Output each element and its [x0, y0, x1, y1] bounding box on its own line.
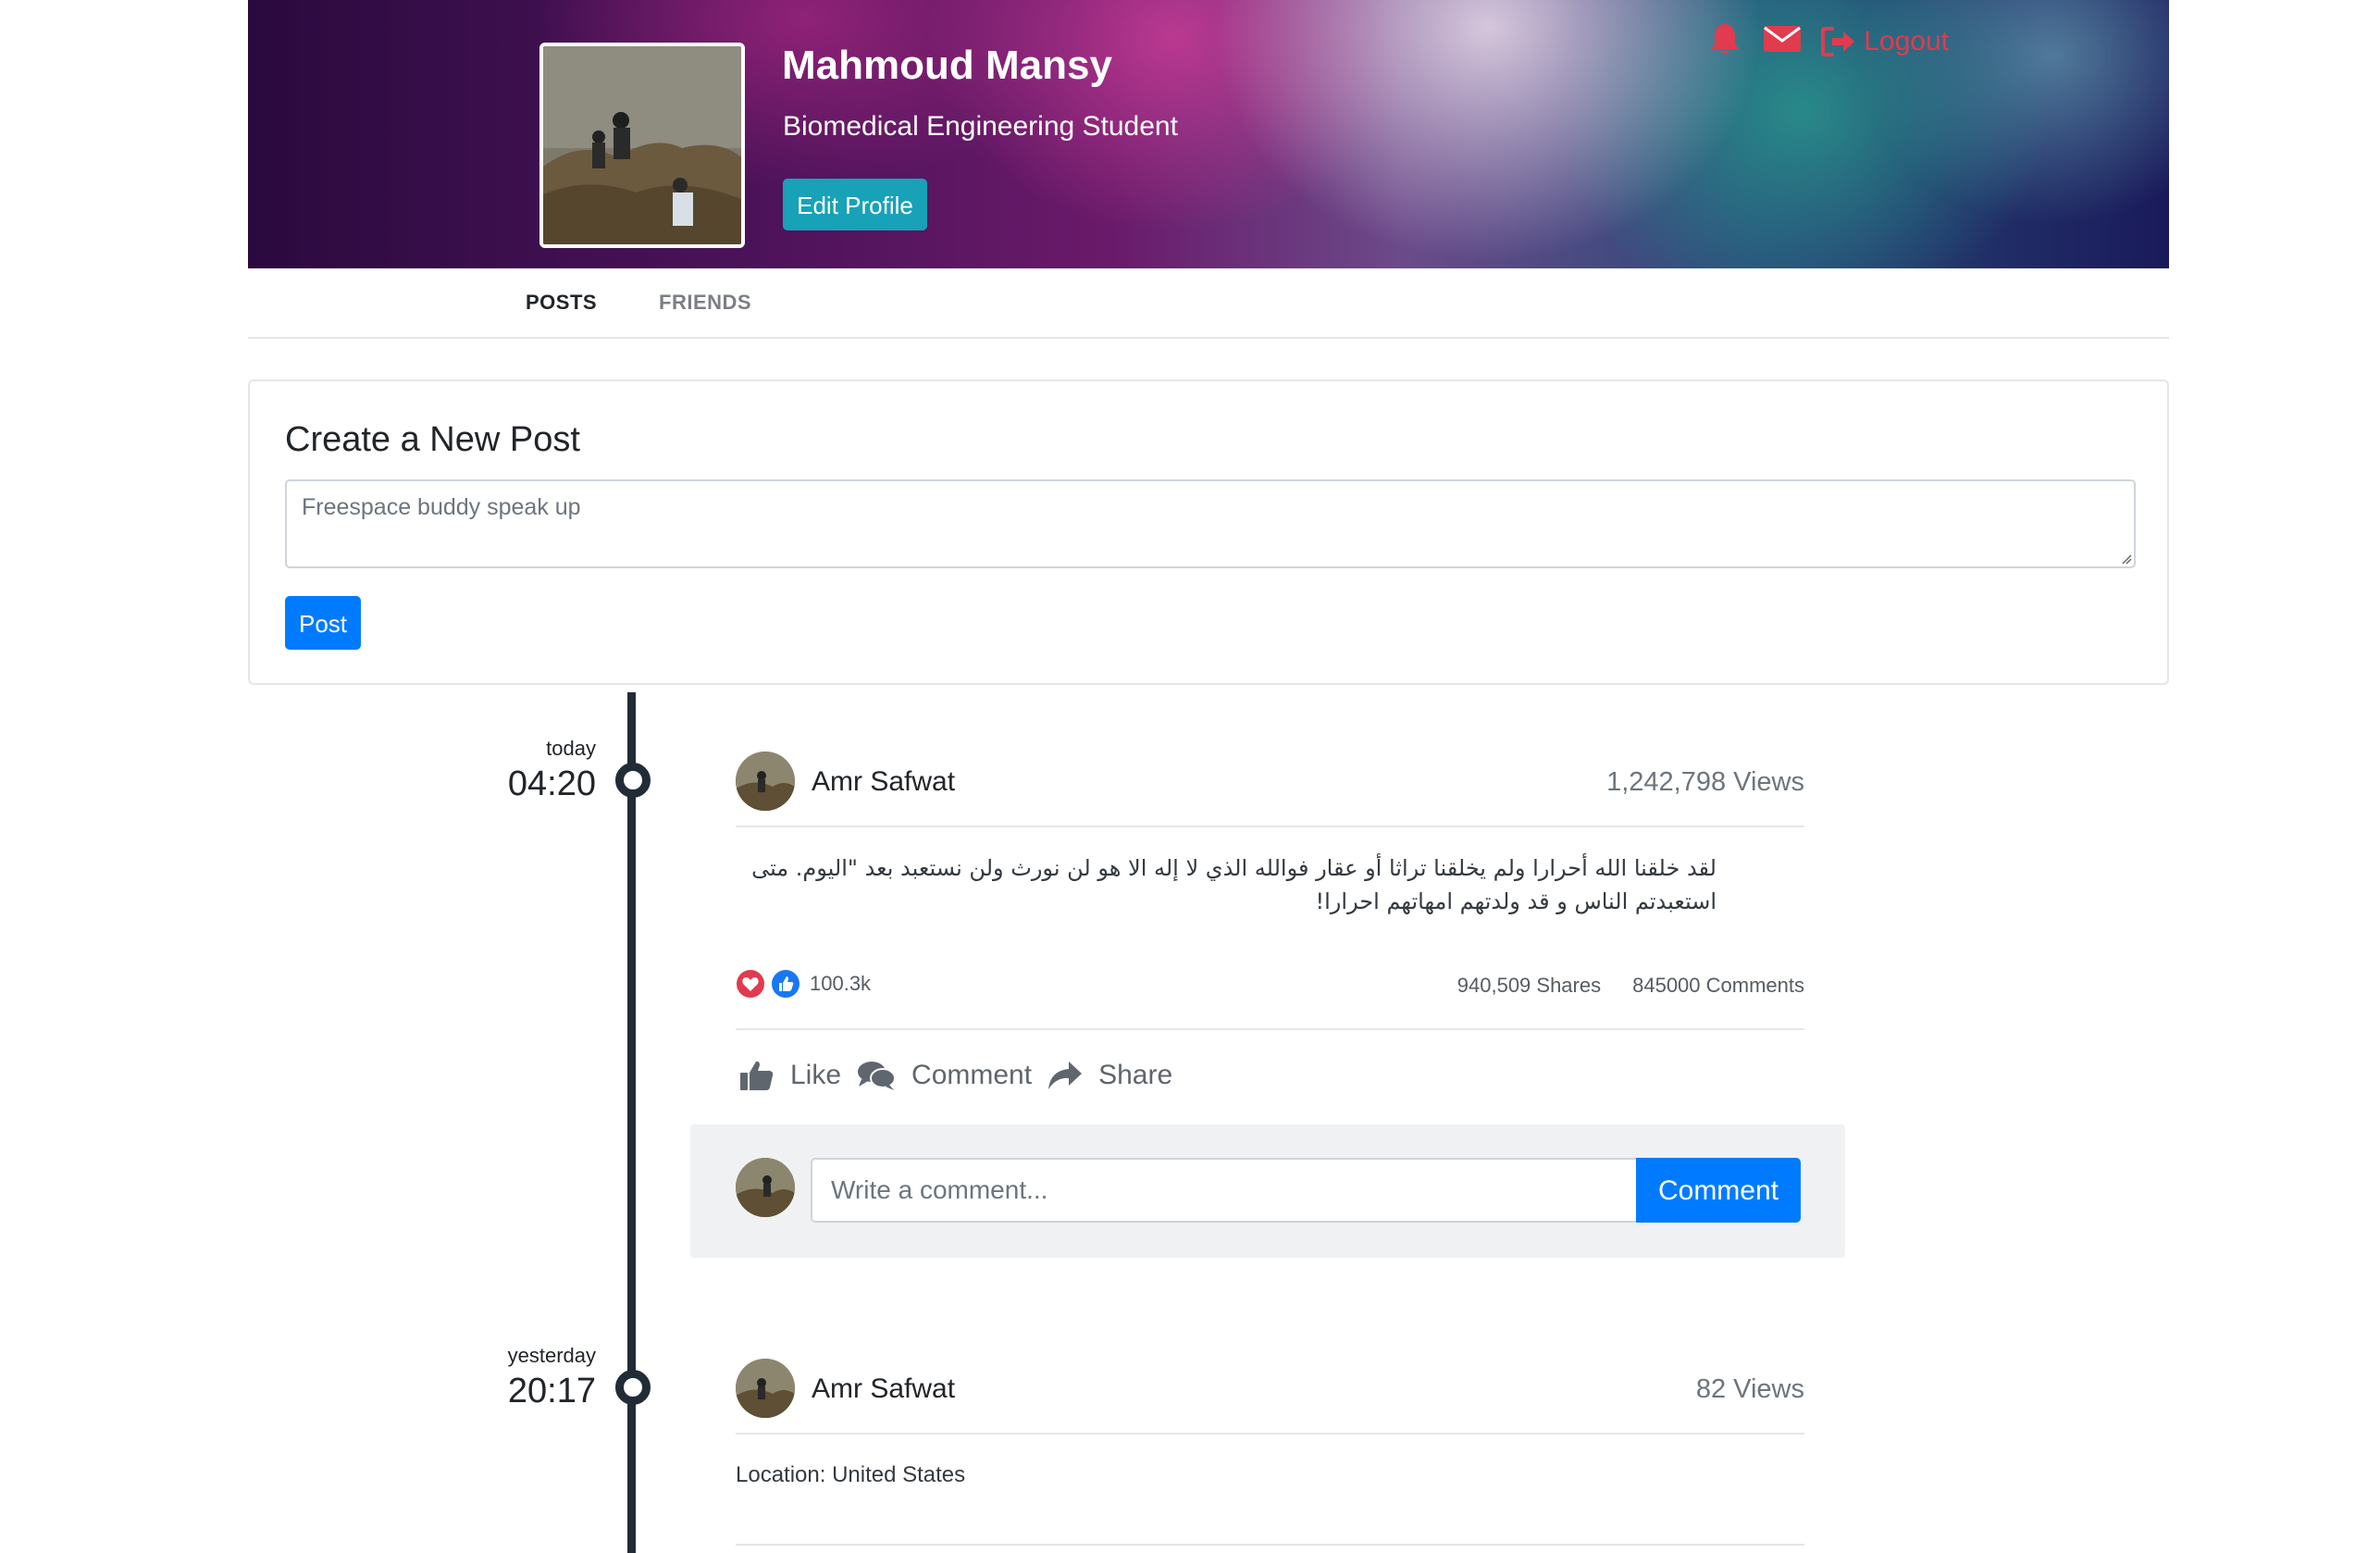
profile-page: Mahmoud Mansy Biomedical Engineering Stu…	[0, 0, 2380, 1553]
envelope-icon[interactable]	[1762, 22, 1803, 60]
tab-friends[interactable]: FRIENDS	[659, 291, 751, 315]
comment-composer: Comment	[690, 1124, 1845, 1258]
profile-avatar[interactable]	[539, 43, 745, 248]
share-icon	[1048, 1062, 1083, 1089]
like-label: Like	[790, 1060, 842, 1090]
timeline-time-label: 20:17	[507, 1372, 596, 1410]
comments-icon	[858, 1062, 897, 1090]
share-button[interactable]: Share	[1047, 1060, 1172, 1091]
timeline-day-label: yesterday	[507, 1344, 596, 1367]
header-actions: Logout	[1706, 20, 1949, 62]
divider	[736, 1433, 1804, 1435]
bell-icon[interactable]	[1706, 20, 1743, 62]
post-stats: 940,509 Shares 845000 Comments	[1453, 974, 1804, 998]
submit-comment-button[interactable]: Comment	[1636, 1158, 1801, 1223]
timeline-time-label: 04:20	[507, 764, 596, 803]
post-button[interactable]: Post	[285, 596, 361, 650]
resize-grip-icon[interactable]	[2121, 553, 2132, 565]
timeline-dot	[615, 763, 651, 798]
post-location: Location: United States	[736, 1462, 966, 1487]
comments-count[interactable]: 845000 Comments	[1632, 974, 1804, 998]
post-author-avatar[interactable]	[736, 752, 795, 811]
comment-label: Comment	[911, 1060, 1033, 1090]
divider	[736, 1544, 1804, 1546]
post-author-name[interactable]: Amr Safwat	[812, 766, 955, 798]
profile-header-banner: Mahmoud Mansy Biomedical Engineering Stu…	[248, 0, 2169, 268]
timeline-dot	[615, 1370, 651, 1405]
new-post-textarea[interactable]	[285, 479, 2136, 568]
profile-tabs: POSTS FRIENDS	[248, 268, 2169, 339]
logout-icon	[1821, 26, 1855, 56]
post-author-name[interactable]: Amr Safwat	[812, 1373, 955, 1405]
comment-action-button[interactable]: Comment	[856, 1059, 1032, 1092]
share-label: Share	[1098, 1060, 1173, 1090]
like-button[interactable]: Like	[738, 1059, 841, 1092]
logout-label: Logout	[1864, 25, 1949, 56]
thumbs-up-icon	[740, 1061, 774, 1090]
edit-profile-button[interactable]: Edit Profile	[783, 179, 927, 230]
commenter-avatar	[736, 1158, 795, 1217]
post-author-avatar[interactable]	[736, 1359, 795, 1418]
logout-link[interactable]: Logout	[1821, 25, 1949, 58]
timeline-line	[627, 692, 636, 1553]
post-actions: Like Comment Share	[738, 1059, 1187, 1092]
love-reaction-icon	[737, 970, 764, 998]
reactions-count: 100.3k	[810, 972, 872, 995]
divider	[736, 1028, 1804, 1030]
profile-name: Mahmoud Mansy	[782, 43, 1112, 88]
post-views: 82 Views	[1695, 1374, 1804, 1404]
post-views: 1,242,798 Views	[1606, 767, 1804, 797]
profile-photo-image	[543, 46, 741, 244]
create-post-title: Create a New Post	[285, 420, 580, 459]
timeline-day-label: today	[546, 737, 596, 760]
comment-input[interactable]	[811, 1158, 1636, 1223]
tab-posts[interactable]: POSTS	[526, 291, 597, 315]
create-post-card: Create a New Post Post	[248, 379, 2169, 685]
like-reaction-icon	[772, 970, 800, 998]
reactions-summary[interactable]: 100.3k	[736, 969, 871, 999]
divider	[736, 826, 1804, 827]
post-text: لقد خلقنا الله أحرارا ولم يخلقنا تراثا أ…	[751, 855, 1717, 914]
profile-subtitle: Biomedical Engineering Student	[783, 111, 1178, 142]
shares-count[interactable]: 940,509 Shares	[1457, 974, 1601, 998]
